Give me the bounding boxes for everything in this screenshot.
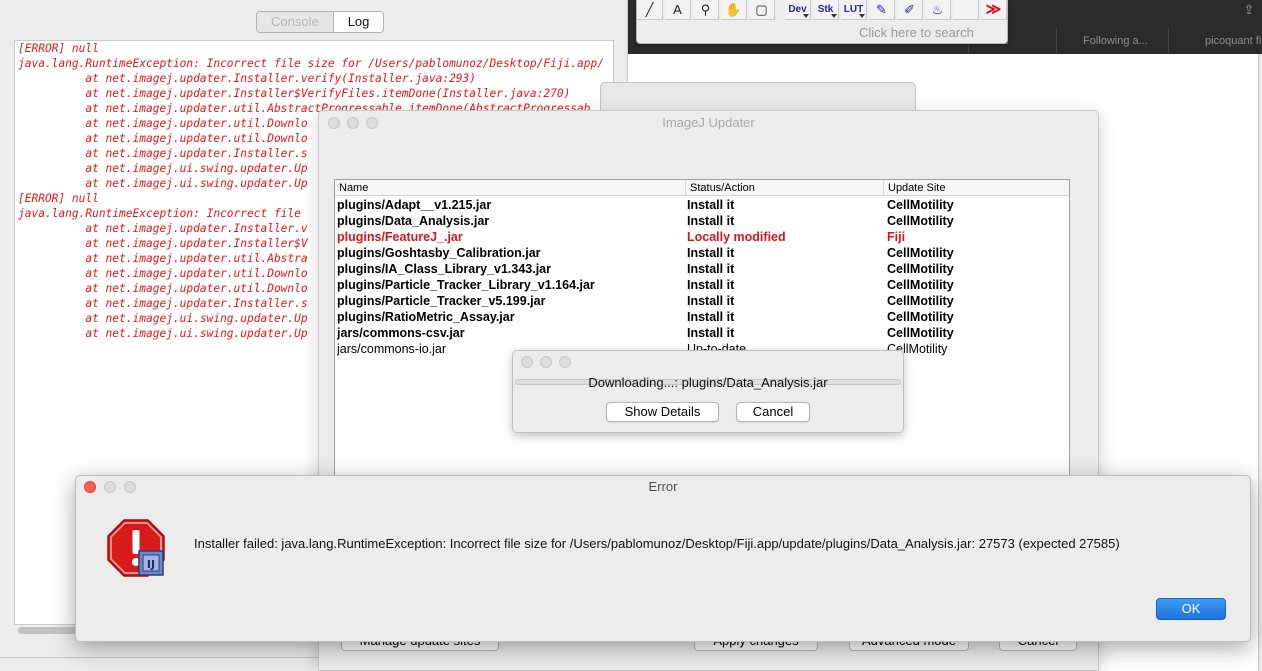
zoom-window-icon[interactable] bbox=[124, 481, 136, 493]
row-name: plugins/Adapt__v1.215.jar bbox=[337, 198, 492, 212]
row-site: CellMotility bbox=[887, 246, 954, 260]
row-site: CellMotility bbox=[887, 198, 954, 212]
download-status-label: Downloading...: plugins/Data_Analysis.ja… bbox=[588, 375, 828, 390]
close-window-icon[interactable] bbox=[84, 481, 96, 493]
row-name: plugins/Goshtasby_Calibration.jar bbox=[337, 246, 541, 260]
row-site: CellMotility bbox=[887, 294, 954, 308]
error-dialog-title: Error bbox=[648, 479, 678, 494]
table-row[interactable]: plugins/Goshtasby_Calibration.jar Instal… bbox=[335, 245, 1069, 261]
row-site: CellMotility bbox=[887, 278, 954, 292]
show-details-button[interactable]: Show Details bbox=[606, 402, 719, 422]
fiji-toolbar: ╱ A ⚲ ✋ ▢ Dev Stk LUT ✎ ✐ ♨ ≫ Click here… bbox=[636, 0, 1008, 44]
tab-log[interactable]: Log bbox=[333, 12, 384, 32]
row-name: plugins/RatioMetric_Assay.jar bbox=[337, 310, 515, 324]
zoom-window-icon[interactable] bbox=[366, 117, 378, 129]
browser-tab[interactable]: picoquant fi bbox=[1168, 28, 1262, 54]
color-picker-icon[interactable]: ▢ bbox=[749, 0, 775, 20]
brush-tool-icon[interactable]: ✐ bbox=[897, 0, 923, 20]
column-header-status[interactable]: Status/Action bbox=[685, 180, 883, 196]
row-name: plugins/FeatureJ_.jar bbox=[337, 230, 463, 244]
row-site: Fiji bbox=[887, 230, 906, 244]
row-site: CellMotility bbox=[887, 262, 954, 276]
row-status: Install it bbox=[687, 262, 735, 276]
log-line: at net.imagej.updater.Installer$VerifyFi… bbox=[18, 87, 571, 100]
close-window-icon[interactable] bbox=[328, 117, 340, 129]
row-status: Install it bbox=[687, 246, 735, 260]
updater-title: ImageJ Updater bbox=[662, 115, 755, 130]
row-name: plugins/Particle_Tracker_Library_v1.164.… bbox=[337, 278, 595, 292]
search-field[interactable]: Click here to search bbox=[855, 24, 1005, 42]
hand-tool-icon[interactable]: ✋ bbox=[721, 0, 747, 20]
ok-button[interactable]: OK bbox=[1156, 598, 1226, 620]
pencil-tool-icon[interactable]: ✎ bbox=[869, 0, 895, 20]
table-header: Name Status/Action Update Site bbox=[335, 180, 1069, 196]
row-site: CellMotility bbox=[887, 342, 948, 356]
column-header-site[interactable]: Update Site bbox=[883, 180, 1069, 196]
error-dialog: Error IJ Installer failed: java.lang.Run… bbox=[75, 475, 1251, 642]
share-icon[interactable]: ⇪ bbox=[1236, 0, 1262, 22]
more-tools-icon[interactable]: ≫ bbox=[981, 0, 1007, 20]
table-row[interactable]: plugins/Particle_Tracker_v5.199.jar Inst… bbox=[335, 293, 1069, 309]
console-log-toggle: Console Log bbox=[256, 11, 385, 33]
empty-tool-slot[interactable] bbox=[953, 0, 979, 20]
table-row[interactable]: plugins/FeatureJ_.jar Locally modified F… bbox=[335, 229, 1069, 245]
close-window-icon[interactable] bbox=[521, 356, 533, 368]
log-line: at net.imagej.updater.Installer.verify(I… bbox=[18, 72, 477, 85]
column-header-name[interactable]: Name bbox=[335, 180, 685, 196]
error-message: Installer failed: java.lang.RuntimeExcep… bbox=[194, 536, 1120, 551]
minimize-window-icon[interactable] bbox=[347, 117, 359, 129]
download-progress-dialog: Downloading...: plugins/Data_Analysis.ja… bbox=[512, 350, 904, 433]
table-row[interactable]: plugins/Particle_Tracker_Library_v1.164.… bbox=[335, 277, 1069, 293]
log-line: java.lang.RuntimeException: Incorrect fi… bbox=[18, 57, 604, 70]
row-status: Install it bbox=[687, 326, 735, 340]
row-name: jars/commons-csv.jar bbox=[337, 326, 465, 340]
dev-menu-button[interactable]: Dev bbox=[785, 0, 811, 20]
row-status: Install it bbox=[687, 198, 735, 212]
row-site: CellMotility bbox=[887, 310, 954, 324]
warning-icon: IJ bbox=[106, 518, 166, 578]
tab-console[interactable]: Console bbox=[257, 12, 334, 32]
browser-tab[interactable]: Following a... bbox=[1056, 28, 1168, 54]
table-row[interactable]: plugins/Data_Analysis.jar Install it Cel… bbox=[335, 213, 1069, 229]
table-row[interactable]: plugins/IA_Class_Library_v1.343.jar Inst… bbox=[335, 261, 1069, 277]
row-status: Install it bbox=[687, 294, 735, 308]
row-name: plugins/IA_Class_Library_v1.343.jar bbox=[337, 262, 551, 276]
svg-text:IJ: IJ bbox=[147, 558, 155, 571]
download-cancel-button[interactable]: Cancel bbox=[736, 402, 810, 422]
row-site: CellMotility bbox=[887, 214, 954, 228]
row-status: Install it bbox=[687, 278, 735, 292]
magnifier-tool-icon[interactable]: ⚲ bbox=[693, 0, 719, 20]
minimize-window-icon[interactable] bbox=[540, 356, 552, 368]
table-row[interactable]: plugins/RatioMetric_Assay.jar Install it… bbox=[335, 309, 1069, 325]
minimize-window-icon[interactable] bbox=[104, 481, 116, 493]
log-line: [ERROR] null bbox=[18, 42, 99, 55]
row-name: plugins/Data_Analysis.jar bbox=[337, 214, 490, 228]
plugins-table: Name Status/Action Update Site plugins/A… bbox=[334, 179, 1070, 479]
text-tool-icon[interactable]: A bbox=[665, 0, 691, 20]
background-window bbox=[600, 82, 916, 112]
flood-fill-tool-icon[interactable]: ♨ bbox=[925, 0, 951, 20]
row-name: plugins/Particle_Tracker_v5.199.jar bbox=[337, 294, 546, 308]
table-row[interactable]: plugins/Adapt__v1.215.jar Install it Cel… bbox=[335, 197, 1069, 213]
row-status: Locally modified bbox=[687, 230, 786, 244]
row-site: CellMotility bbox=[887, 326, 954, 340]
row-status: Install it bbox=[687, 214, 735, 228]
line-tool-icon[interactable]: ╱ bbox=[637, 0, 663, 20]
zoom-window-icon[interactable] bbox=[559, 356, 571, 368]
lut-menu-button[interactable]: LUT bbox=[841, 0, 867, 20]
background-scrollbar bbox=[1258, 54, 1262, 671]
row-status: Install it bbox=[687, 310, 735, 324]
table-row[interactable]: jars/commons-csv.jar Install it CellMoti… bbox=[335, 325, 1069, 341]
stk-menu-button[interactable]: Stk bbox=[813, 0, 839, 20]
